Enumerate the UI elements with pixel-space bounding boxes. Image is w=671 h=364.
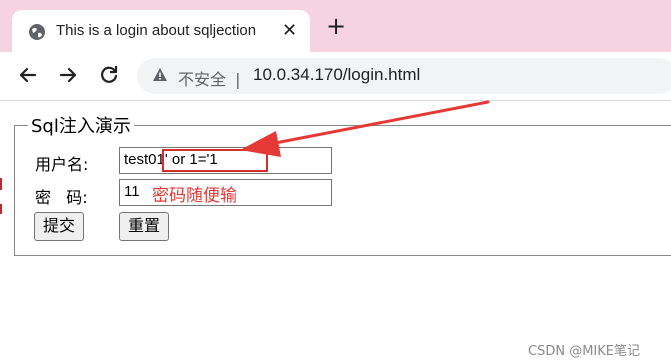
- annotation-arrow-icon: [240, 100, 490, 157]
- watermark: CSDN @MIKE笔记: [528, 344, 640, 359]
